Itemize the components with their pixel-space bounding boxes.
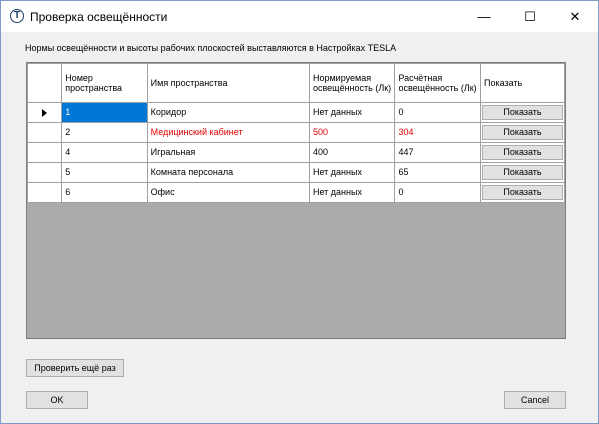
cell-number[interactable]: 1 <box>61 102 148 123</box>
row-selector[interactable] <box>26 122 63 143</box>
row-header-corner <box>26 63 63 103</box>
info-message: Нормы освещённости и высоты рабочих плос… <box>25 43 397 53</box>
cell-name[interactable]: Медицинский кабинет <box>146 122 310 143</box>
header-row: Номер пространства Имя пространства Норм… <box>26 63 566 103</box>
dialog-window: T Проверка освещённости — ☐ ✕ Нормы осве… <box>0 0 599 424</box>
close-button[interactable]: ✕ <box>552 1 598 32</box>
cell-show: Показать <box>479 142 566 163</box>
table-row[interactable]: 2 Медицинский кабинет 500 304 Показать <box>26 122 566 143</box>
cell-show: Показать <box>479 102 566 123</box>
cell-norm[interactable]: Нет данных <box>308 162 396 183</box>
cell-show: Показать <box>479 162 566 183</box>
show-button[interactable]: Показать <box>481 185 563 200</box>
cell-norm[interactable]: 400 <box>308 142 396 163</box>
show-button[interactable]: Показать <box>481 165 563 180</box>
cell-name[interactable]: Коридор <box>146 102 310 123</box>
cell-name[interactable]: Комната персонала <box>146 162 310 183</box>
table-row[interactable]: 1 Коридор Нет данных 0 Показать <box>26 102 566 123</box>
cell-number[interactable]: 2 <box>61 122 148 143</box>
cell-show: Показать <box>479 122 566 143</box>
title-bar[interactable]: T Проверка освещённости — ☐ ✕ <box>1 1 598 32</box>
cell-number[interactable]: 6 <box>61 182 148 203</box>
column-header-show[interactable]: Показать <box>479 63 566 103</box>
cell-calc[interactable]: 65 <box>394 162 481 183</box>
column-header-number[interactable]: Номер пространства <box>61 63 148 103</box>
show-button[interactable]: Показать <box>481 105 563 120</box>
row-selector[interactable] <box>26 102 63 123</box>
window-title: Проверка освещённости <box>30 10 168 24</box>
show-button[interactable]: Показать <box>481 125 563 140</box>
column-header-norm[interactable]: Нормируемая освещённость (Лк) <box>308 63 396 103</box>
cell-norm[interactable]: Нет данных <box>308 102 396 123</box>
cell-calc[interactable]: 0 <box>394 102 481 123</box>
cell-number[interactable]: 5 <box>61 162 148 183</box>
cancel-button[interactable]: Cancel <box>504 391 566 409</box>
cell-norm[interactable]: Нет данных <box>308 182 396 203</box>
row-selector[interactable] <box>26 162 63 183</box>
row-selector[interactable] <box>26 182 63 203</box>
table-row[interactable]: 5 Комната персонала Нет данных 65 Показать <box>26 162 566 183</box>
minimize-button[interactable]: — <box>461 1 507 32</box>
tesla-app-icon: T <box>10 9 24 23</box>
cell-name[interactable]: Игральная <box>146 142 310 163</box>
current-row-arrow-icon <box>42 108 48 117</box>
ok-button[interactable]: OK <box>26 391 88 409</box>
maximize-button[interactable]: ☐ <box>507 1 553 32</box>
table-row[interactable]: 6 Офис Нет данных 0 Показать <box>26 182 566 203</box>
cell-name[interactable]: Офис <box>146 182 310 203</box>
column-header-name[interactable]: Имя пространства <box>146 63 310 103</box>
cell-calc[interactable]: 304 <box>394 122 481 143</box>
cell-calc[interactable]: 447 <box>394 142 481 163</box>
illuminance-grid[interactable]: Номер пространства Имя пространства Норм… <box>26 62 566 339</box>
illuminance-table: Номер пространства Имя пространства Норм… <box>26 63 566 203</box>
table-row[interactable]: 4 Игральная 400 447 Показать <box>26 142 566 163</box>
cell-number[interactable]: 4 <box>61 142 148 163</box>
cell-norm[interactable]: 500 <box>308 122 396 143</box>
row-selector[interactable] <box>26 142 63 163</box>
show-button[interactable]: Показать <box>481 145 563 160</box>
cell-calc[interactable]: 0 <box>394 182 481 203</box>
cell-show: Показать <box>479 182 566 203</box>
column-header-calc[interactable]: Расчётная освещённость (Лк) <box>394 63 481 103</box>
recheck-button[interactable]: Проверить ещё раз <box>26 359 124 377</box>
